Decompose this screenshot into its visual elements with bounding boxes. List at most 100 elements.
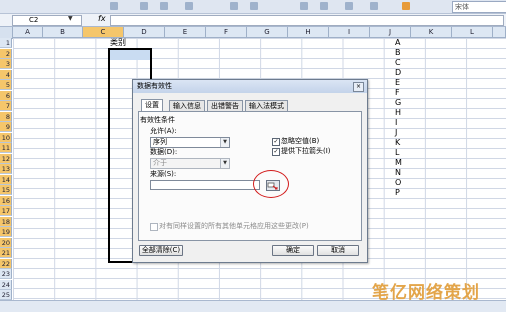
column-header-a[interactable]: A [13,27,43,38]
toolbar: 宋体 [0,0,506,14]
chevron-down-icon[interactable]: ▼ [220,138,229,147]
row-header[interactable]: 14 [0,174,12,185]
row-header[interactable]: 2 [0,48,12,59]
row-header[interactable]: 25 [0,290,12,300]
watermark: 笔亿网络策划 [372,283,480,303]
row-header[interactable]: 9 [0,122,12,132]
tab-ime-mode[interactable]: 输入法模式 [245,100,288,111]
row-header[interactable]: 16 [0,195,12,206]
toolbar-icon[interactable] [230,2,238,10]
row-header[interactable]: 20 [0,237,12,248]
column-header-g[interactable]: G [247,27,288,38]
column-header-j[interactable]: J [370,27,411,38]
formula-input[interactable] [110,15,504,26]
row-header[interactable]: 15 [0,185,12,195]
toolbar-icon[interactable] [370,2,378,10]
tab-input-message[interactable]: 输入信息 [169,100,205,111]
column-header-filler [493,27,506,38]
row-header[interactable]: 22 [0,258,12,269]
column-header-d[interactable]: D [124,27,165,38]
range-select-icon[interactable] [266,180,280,191]
row-header[interactable]: 4 [0,69,12,80]
dialog-title: 数据有效性 [133,80,367,93]
list-value-cell[interactable]: P [395,188,402,198]
font-name-box[interactable]: 宋体 [452,1,506,13]
formula-bar: C2 ▼ fx [0,14,506,27]
row-header[interactable]: 3 [0,59,12,69]
list-value-cell[interactable]: D [395,68,402,78]
row-header[interactable]: 24 [0,279,12,290]
list-value-cell[interactable]: H [395,108,402,118]
column-header-i[interactable]: I [329,27,370,38]
row-header[interactable]: 7 [0,101,12,111]
list-value-cell[interactable]: I [395,118,402,128]
toolbar-icon[interactable] [110,2,118,10]
column-header-k[interactable]: K [411,27,452,38]
dropdown-checkbox[interactable]: ✓ [272,148,280,156]
clear-all-button[interactable]: 全部清除(C) [139,245,183,256]
toolbar-icon[interactable] [160,2,168,10]
help-icon[interactable] [402,2,410,10]
column-header-f[interactable]: F [206,27,247,38]
list-value-cell[interactable]: N [395,168,402,178]
row-header[interactable]: 5 [0,80,12,90]
source-label: 来源(S): [150,170,177,178]
chevron-down-icon: ▼ [220,159,229,168]
toolbar-icon[interactable] [250,2,258,10]
ignore-blank-checkbox[interactable]: ✓ [272,138,280,146]
list-value-cell[interactable]: C [395,58,402,68]
row-header[interactable]: 8 [0,111,12,122]
row-header[interactable]: 10 [0,132,12,143]
row-header[interactable]: 21 [0,248,12,258]
column-header-c[interactable]: C [83,27,124,38]
toolbar-icon[interactable] [320,2,328,10]
list-value-cell[interactable]: A [395,38,402,48]
list-value-cell[interactable]: K [395,138,402,148]
toolbar-icon[interactable] [140,2,148,10]
list-value-cell[interactable]: G [395,98,402,108]
row-header[interactable]: 17 [0,206,12,216]
ok-button[interactable]: 确定 [272,245,314,256]
cancel-button[interactable]: 取消 [317,245,359,256]
fx-icon[interactable]: fx [98,14,106,23]
column-header-l[interactable]: L [452,27,493,38]
list-value-cell[interactable]: B [395,48,402,58]
allow-label: 允许(A): [150,127,177,135]
section-label: 有效性条件 [140,116,175,124]
list-value-cell[interactable]: E [395,78,402,88]
list-value-cell[interactable]: O [395,178,402,188]
toolbar-icon[interactable] [300,2,308,10]
toolbar-icon[interactable] [185,2,193,10]
tab-error-alert[interactable]: 出错警告 [207,100,243,111]
row-header[interactable]: 11 [0,143,12,153]
apply-all-label: 对有同样设置的所有其他单元格应用这些更改(P) [159,222,309,230]
cell-c1[interactable]: 类别 [110,38,126,48]
list-values-column: ABCDEFGHIJKLMNOP [395,38,402,198]
toolbar-icon[interactable] [345,2,353,10]
ignore-blank-label: 忽略空值(B) [281,137,320,145]
column-header-h[interactable]: H [288,27,329,38]
list-value-cell[interactable]: L [395,148,402,158]
list-value-cell[interactable]: F [395,88,402,98]
row-header[interactable]: 1 [0,38,12,48]
row-header[interactable]: 6 [0,90,12,101]
check-icon: ✓ [273,138,279,145]
column-header-e[interactable]: E [165,27,206,38]
row-header[interactable]: 13 [0,164,12,174]
data-label: 数据(D): [150,148,178,156]
column-header-b[interactable]: B [43,27,83,38]
list-value-cell[interactable]: M [395,158,402,168]
row-header[interactable]: 18 [0,216,12,227]
list-value-cell[interactable]: J [395,128,402,138]
allow-value: 序列 [153,138,167,146]
chevron-down-icon[interactable]: ▼ [68,15,73,22]
row-header[interactable]: 19 [0,227,12,237]
check-icon: ✓ [273,148,279,155]
close-icon[interactable]: × [353,82,364,92]
dropdown-label: 提供下拉箭头(I) [281,147,331,155]
source-input[interactable] [150,180,260,190]
row-header[interactable]: 12 [0,153,12,164]
row-header[interactable]: 23 [0,269,12,279]
apply-all-checkbox[interactable] [150,223,158,231]
allow-select[interactable]: 序列 ▼ [150,137,230,148]
